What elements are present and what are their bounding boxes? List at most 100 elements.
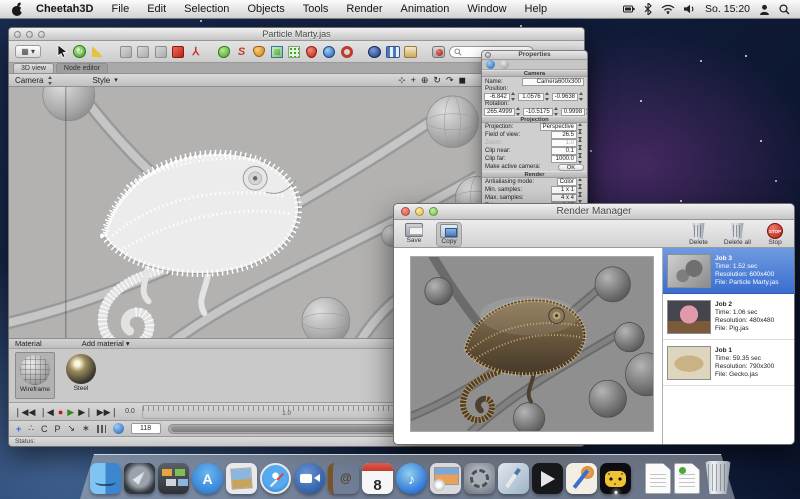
snap-icon[interactable]: ∴ [28,423,34,434]
blue-sphere-icon[interactable] [322,44,337,59]
document-1-icon[interactable] [645,463,671,494]
orbit-icon[interactable]: ↻ [433,75,441,86]
preview-icon[interactable] [226,463,257,494]
ring-icon[interactable] [339,44,354,59]
minimize-button[interactable] [415,207,424,216]
add-keyframe-icon[interactable]: + [16,424,21,434]
box-icon[interactable] [403,44,418,59]
magnet-icon[interactable]: ∗ [82,423,90,434]
style-dropdown[interactable]: Style [92,76,110,85]
safari-icon[interactable] [260,463,291,494]
tag-tab-icon[interactable] [500,60,509,69]
zoom-in-icon[interactable]: + [411,75,416,86]
creature-icon[interactable] [368,44,383,59]
address-book-icon[interactable] [328,463,359,494]
close-button[interactable] [14,31,21,38]
save-button[interactable]: Save [402,222,426,245]
add-material-dropdown[interactable]: Add material ▾ [82,339,130,348]
rot-y-field[interactable]: -10.5175 [523,108,553,116]
document-2-icon[interactable] [674,463,700,494]
stepper[interactable] [515,107,522,116]
name-field[interactable]: Camera600x300 [522,78,584,86]
wifi-icon[interactable] [661,4,675,14]
object-tab-icon[interactable] [486,60,495,69]
lathe-pot-icon[interactable] [252,44,267,59]
properties-titlebar[interactable]: Properties [482,51,587,60]
cube-gray-3-icon[interactable] [153,44,168,59]
material-steel[interactable]: Steel [61,352,101,399]
axis-joint-icon[interactable]: ⅄ [188,44,203,59]
apple-menu-icon[interactable] [12,3,23,16]
delete-button[interactable]: Delete [686,222,711,247]
material-wireframe[interactable]: Wireframe [15,352,55,399]
stepper[interactable] [577,155,584,164]
pivot-icon[interactable]: P [55,424,61,434]
spotlight-icon[interactable] [779,4,790,15]
record-button[interactable]: ● [58,404,63,420]
ok-button[interactable]: OK [558,164,584,171]
go-start-button[interactable]: ❘◀◀ [14,404,35,420]
sphere-tool-icon[interactable] [113,423,124,434]
coords-icon[interactable]: C [41,424,48,434]
step-back-button[interactable]: ❘◀ [39,404,53,420]
rot-z-field[interactable]: 0.9998 [561,108,585,116]
camera-dropdown[interactable]: Camera [15,76,43,85]
pos-z-field[interactable]: -0.9638 [552,93,578,101]
finder-icon[interactable] [90,463,121,494]
magnify-icon[interactable]: ⊕ [421,75,429,86]
select-cursor-icon[interactable] [55,44,70,59]
job-row-2[interactable]: Job 2 Time: 1.06 sec Resolution: 480x480… [663,294,794,340]
clip-far-field[interactable]: 1000.0 [551,155,577,163]
menu-objects[interactable]: Objects [238,3,293,15]
unity-icon[interactable] [532,463,563,494]
rot-x-field[interactable]: 265.4999 [484,108,515,116]
menu-help[interactable]: Help [516,3,557,15]
minimize-button[interactable] [26,31,33,38]
job-row-3[interactable]: Job 3 Time: 1.52 sec Resolution: 600x400… [663,248,794,294]
menu-render[interactable]: Render [337,3,391,15]
itunes-icon[interactable]: ♪ [396,463,427,494]
pos-y-field[interactable]: 1.0576 [518,93,544,101]
chart-icon[interactable] [97,425,106,433]
undo-view-icon[interactable]: ↷ [446,75,454,86]
pos-x-field[interactable]: -6.842 [484,93,510,101]
tab-node-editor[interactable]: Node editor [56,63,108,73]
stepper[interactable] [544,92,551,101]
shield-icon[interactable] [304,44,319,59]
system-preferences-icon[interactable] [464,463,495,494]
caged-cube-icon[interactable] [269,44,284,59]
cube-gray-2-icon[interactable] [136,44,151,59]
bluetooth-icon[interactable] [644,3,652,15]
menu-window[interactable]: Window [458,3,515,15]
play-button[interactable]: ▶ [67,404,74,420]
iphoto-icon[interactable] [430,463,461,494]
polygon-blob-icon[interactable] [217,44,232,59]
render-camera-icon[interactable] [431,44,446,59]
fullscreen-icon[interactable]: ◼ [459,75,466,86]
app-store-icon[interactable]: A [192,463,223,494]
battery-icon[interactable] [623,4,635,14]
trash-icon[interactable] [703,461,733,494]
brush-app-icon[interactable] [498,463,529,494]
spline-icon[interactable]: S [234,44,249,59]
copy-button[interactable]: Copy [436,222,462,247]
facetime-icon[interactable] [294,463,325,494]
view-layout-dropdown[interactable]: ▦ ▾ [15,45,41,58]
launchpad-icon[interactable] [124,463,155,494]
menubar-clock[interactable]: So. 15:20 [705,3,750,15]
rotate-tool-icon[interactable]: ↻ [72,44,87,59]
close-button[interactable] [401,207,410,216]
stop-button[interactable]: STOP Stop [764,222,786,247]
calendar-icon[interactable]: 8 [362,463,393,494]
menu-tools[interactable]: Tools [294,3,338,15]
stepper[interactable] [510,92,517,101]
arrow-icon[interactable]: ↘ [68,423,76,434]
editor-app-icon[interactable] [566,463,597,494]
go-end-button[interactable]: ▶▶❘ [97,404,118,420]
zoom-button[interactable] [429,207,438,216]
scale-tool-icon[interactable] [90,44,105,59]
mission-control-icon[interactable] [158,463,189,494]
particles-icon[interactable] [287,44,302,59]
stepper[interactable] [578,92,585,101]
frame-field[interactable]: 118 [131,423,161,434]
